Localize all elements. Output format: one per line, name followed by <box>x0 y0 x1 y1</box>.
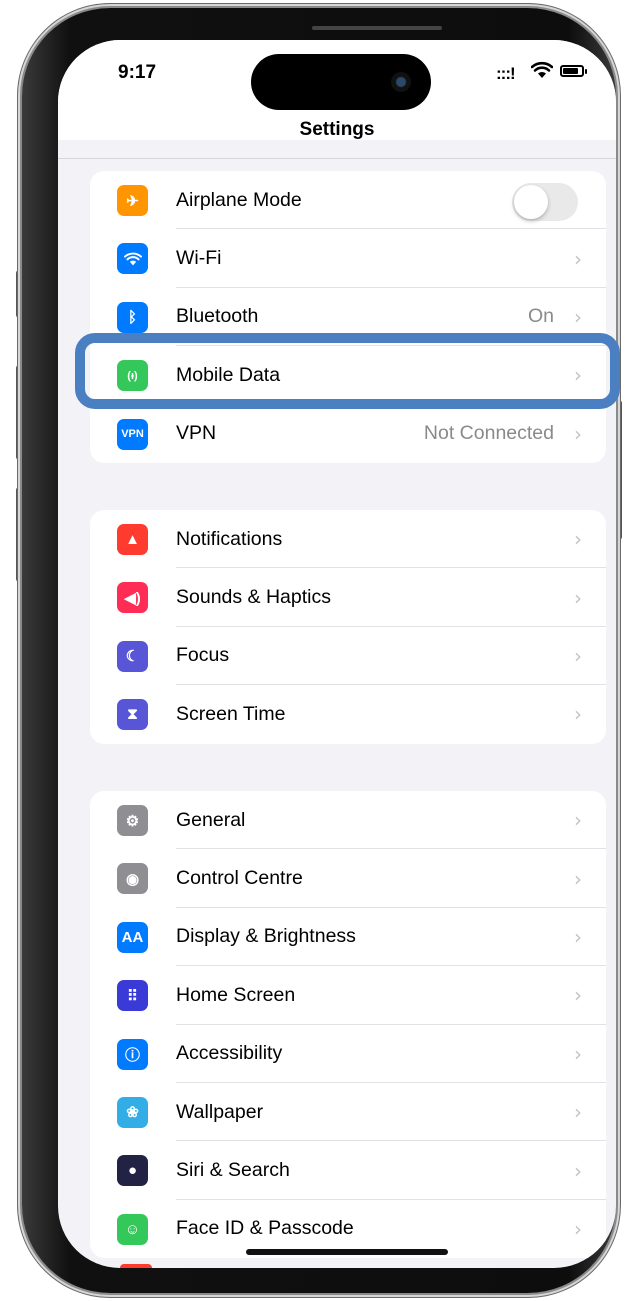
settings-row-label: Control Centre <box>176 867 303 890</box>
settings-row-screen-time[interactable]: ⧗ Screen Time › <box>90 685 606 743</box>
settings-row-label: Mobile Data <box>176 363 281 386</box>
settings-row-display-and-brightness[interactable]: AA Display & Brightness › <box>90 908 606 967</box>
settings-row-general[interactable]: ⚙ General › <box>90 791 606 850</box>
chevron-right-icon: › <box>574 585 582 610</box>
wifi-status-icon <box>531 61 553 78</box>
text-size-icon: AA <box>117 921 148 953</box>
settings-row-sounds-and-haptics[interactable]: ◀) Sounds & Haptics › <box>90 568 606 627</box>
nav-divider <box>58 158 616 159</box>
switches-icon: ◉ <box>117 863 148 895</box>
settings-row-focus[interactable]: ☾ Focus › <box>90 627 606 686</box>
siri-icon: ● <box>117 1155 148 1187</box>
accessibility-icon: ⓘ <box>117 1038 148 1070</box>
settings-group-connectivity: ✈ Airplane Mode Wi-Fi › ᛒ Bluetooth On › (ᵻ) Mobi… <box>90 171 606 463</box>
battery-icon <box>560 65 587 77</box>
cellular-signal-icon: :::! <box>496 64 516 83</box>
settings-row-label: Home Screen <box>176 983 296 1006</box>
settings-row-label: Bluetooth <box>176 305 259 328</box>
settings-group-notifications: ▲ Notifications › ◀) Sounds & Haptics › ☾ Focus… <box>90 510 606 744</box>
chevron-right-icon: › <box>574 924 582 949</box>
settings-row-home-screen[interactable]: ⠿ Home Screen › <box>90 966 606 1025</box>
settings-row-label: Display & Brightness <box>176 925 356 948</box>
settings-row-label: Airplane Mode <box>176 188 302 211</box>
settings-row-label: Wallpaper <box>176 1100 264 1123</box>
settings-row-vpn[interactable]: VPN VPN Not Connected › <box>90 405 606 463</box>
settings-row-label: Notifications <box>176 527 283 550</box>
chevron-right-icon: › <box>574 421 582 446</box>
chevron-right-icon: › <box>574 1158 582 1183</box>
settings-row-airplane-mode[interactable]: ✈ Airplane Mode <box>90 171 606 230</box>
face-id-icon: ☺ <box>117 1213 148 1245</box>
settings-row-value: Not Connected <box>423 422 554 445</box>
airplane-icon: ✈ <box>117 185 148 216</box>
chevron-right-icon: › <box>574 983 582 1008</box>
status-time: 9:17 <box>118 62 157 83</box>
settings-row-label: Face ID & Passcode <box>176 1217 354 1240</box>
settings-row-label: Wi-Fi <box>176 247 222 270</box>
home-indicator[interactable] <box>246 1249 448 1255</box>
chevron-right-icon: › <box>574 866 582 891</box>
next-row-icon-peek <box>120 1264 152 1268</box>
hourglass-icon: ⧗ <box>117 699 148 731</box>
chevron-right-icon: › <box>574 304 582 329</box>
chevron-right-icon: › <box>574 808 582 833</box>
settings-row-label: General <box>176 808 246 831</box>
chevron-right-icon: › <box>574 1100 582 1125</box>
antenna-icon: (ᵻ) <box>117 360 148 392</box>
settings-row-value: On <box>527 305 554 328</box>
settings-row-bluetooth[interactable]: ᛒ Bluetooth On › <box>90 288 606 347</box>
settings-row-label: VPN <box>176 422 217 445</box>
settings-row-accessibility[interactable]: ⓘ Accessibility › <box>90 1025 606 1083</box>
settings-row-wallpaper[interactable]: ❀ Wallpaper › <box>90 1083 606 1142</box>
flower-icon: ❀ <box>117 1096 148 1128</box>
settings-row-label: Sounds & Haptics <box>176 586 332 609</box>
side-button[interactable] <box>616 400 622 540</box>
chevron-right-icon: › <box>574 363 582 388</box>
chevron-right-icon: › <box>574 1216 582 1241</box>
vpn-icon: VPN <box>117 418 148 450</box>
settings-row-control-centre[interactable]: ◉ Control Centre › <box>90 849 606 908</box>
settings-row-mobile-data[interactable]: (ᵻ) Mobile Data › <box>90 346 606 405</box>
status-bar: 9:17 :::! Settings <box>58 40 616 159</box>
gear-icon: ⚙ <box>117 805 148 836</box>
wifi-icon <box>117 243 148 275</box>
speaker-icon: ◀) <box>117 582 148 614</box>
chevron-right-icon: › <box>574 1041 582 1066</box>
settings-row-notifications[interactable]: ▲ Notifications › <box>90 510 606 569</box>
bell-icon: ▲ <box>117 524 148 555</box>
chevron-right-icon: › <box>574 527 582 552</box>
settings-row-siri-and-search[interactable]: ● Siri & Search › <box>90 1141 606 1200</box>
dynamic-island <box>251 54 431 110</box>
settings-row-label: Siri & Search <box>176 1159 290 1182</box>
phone-screen: 9:17 :::! Settings ✈ Airplane Mode Wi-Fi › ᛒ… <box>58 40 616 1268</box>
settings-row-label: Accessibility <box>176 1042 283 1065</box>
chevron-right-icon: › <box>574 702 582 727</box>
chevron-right-icon: › <box>574 246 582 271</box>
settings-group-general: ⚙ General › ◉ Control Centre › AA Display & Bri… <box>90 791 606 1259</box>
camera-icon <box>391 72 411 92</box>
app-grid-icon: ⠿ <box>117 980 148 1012</box>
settings-row-label: Screen Time <box>176 702 286 725</box>
toggle-knob <box>514 185 548 219</box>
bluetooth-icon: ᛒ <box>117 301 148 333</box>
speaker-grille <box>312 26 442 30</box>
chevron-right-icon: › <box>574 643 582 668</box>
settings-row-label: Focus <box>176 644 230 667</box>
moon-icon: ☾ <box>117 640 148 672</box>
page-title: Settings <box>299 119 375 140</box>
airplane-mode-toggle[interactable] <box>512 183 578 221</box>
settings-row-wi-fi[interactable]: Wi-Fi › <box>90 229 606 288</box>
